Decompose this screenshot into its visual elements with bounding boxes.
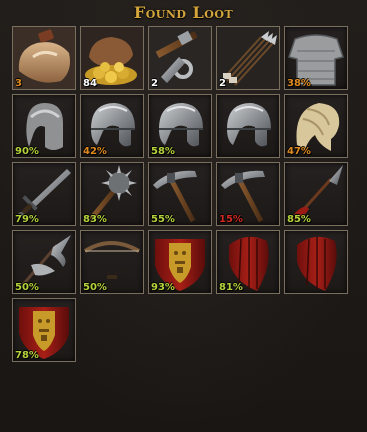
panel-title: Found Loot — [133, 3, 234, 22]
loot-slot[interactable]: 50% — [12, 230, 76, 294]
loot-slot[interactable]: 2 — [148, 26, 212, 90]
loot-slot[interactable]: 47% — [284, 94, 348, 158]
loot-slot[interactable]: 50% — [80, 230, 144, 294]
loot-slot[interactable]: 81% — [216, 230, 280, 294]
slot-label: 3 — [15, 78, 22, 89]
slot-label: 78% — [15, 350, 39, 361]
loot-panel: Found Loot 3 84 2 2 38% 90% 42% 58% 47% … — [0, 0, 367, 432]
slot-label: 81% — [219, 282, 243, 293]
loot-slot[interactable]: 58% — [148, 94, 212, 158]
loot-slot[interactable]: 15% — [216, 162, 280, 226]
helmet-icon — [227, 103, 271, 147]
loot-slot[interactable]: 38% — [284, 26, 348, 90]
loot-slot[interactable]: 90% — [12, 94, 76, 158]
slot-label: 79% — [15, 214, 39, 225]
loot-slot[interactable]: 85% — [284, 162, 348, 226]
loot-slot[interactable]: 3 — [12, 26, 76, 90]
tools-bundle-icon — [149, 27, 211, 89]
loot-slot[interactable]: 2 — [216, 26, 280, 90]
loot-slot[interactable]: 78% — [12, 298, 76, 362]
slot-label: 15% — [219, 214, 243, 225]
slot-label: 84 — [83, 78, 97, 89]
slot-label: 85% — [287, 214, 311, 225]
slot-label: 90% — [15, 146, 39, 157]
slot-label: 93% — [151, 282, 175, 293]
loot-slot[interactable] — [284, 230, 348, 294]
loot-slot[interactable]: 83% — [80, 162, 144, 226]
loot-slot[interactable]: 42% — [80, 94, 144, 158]
slot-label: 83% — [83, 214, 107, 225]
slot-label: 2 — [151, 78, 158, 89]
slot-label: 50% — [83, 282, 107, 293]
loot-slot[interactable]: 79% — [12, 162, 76, 226]
slot-label: 50% — [15, 282, 39, 293]
loot-slot[interactable]: 55% — [148, 162, 212, 226]
slot-label: 47% — [287, 146, 311, 157]
loot-slot[interactable] — [216, 94, 280, 158]
arrow-bundle-icon — [217, 27, 279, 89]
slot-label: 58% — [151, 146, 175, 157]
slot-label: 38% — [287, 78, 311, 89]
loot-sack-goods-icon — [13, 27, 75, 89]
slot-label: 55% — [151, 214, 175, 225]
kite-shield-icon — [297, 236, 337, 291]
slot-label: 2 — [219, 78, 226, 89]
slot-label: 42% — [83, 146, 107, 157]
loot-slot[interactable]: 84 — [80, 26, 144, 90]
loot-slot[interactable]: 93% — [148, 230, 212, 294]
